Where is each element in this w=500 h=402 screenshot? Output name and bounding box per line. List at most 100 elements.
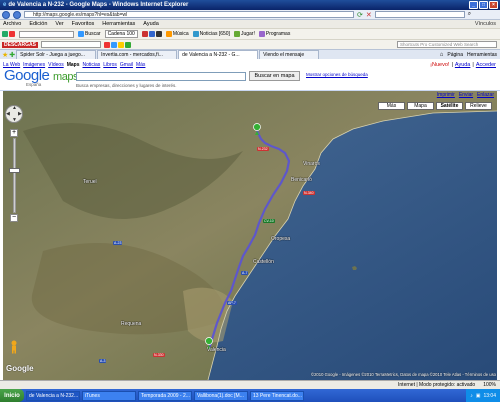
- clock[interactable]: 13:04: [483, 393, 496, 399]
- downloads-search-input[interactable]: [40, 41, 101, 48]
- zoom-slider-thumb[interactable]: [9, 168, 20, 173]
- tab-google-maps[interactable]: de Valencia a N-232 - G...: [178, 50, 259, 59]
- tab-invertia[interactable]: Invertia.com - mercados,fi...: [97, 50, 178, 59]
- task-pere-tinencat[interactable]: 13 Pere Tinencat.do...: [250, 390, 304, 401]
- radio-station-label: Cadena 100: [107, 31, 135, 37]
- map-imagery: [3, 91, 497, 380]
- refresh-icon[interactable]: ⟳: [357, 11, 363, 19]
- url-input[interactable]: http://maps.google.es/maps?hl=es&tab=wl: [24, 11, 354, 18]
- status-bar: Internet | Modo protegido: activado 100%: [0, 380, 500, 389]
- task-temporada[interactable]: Temporada 2009 - 2...: [138, 390, 192, 401]
- place-valencia[interactable]: Valencia: [207, 347, 226, 353]
- news-label: Noticias [650]: [199, 31, 230, 37]
- task-itunes[interactable]: iTunes: [82, 390, 136, 401]
- print-link[interactable]: Imprimir: [437, 92, 455, 98]
- maximize-button[interactable]: □: [479, 1, 488, 9]
- stop-icon[interactable]: ✕: [366, 11, 372, 19]
- toolbar-search-label: Buscar: [85, 31, 101, 37]
- login-link[interactable]: Acceder: [476, 62, 496, 68]
- minimize-button[interactable]: _: [469, 1, 478, 9]
- satellite-map[interactable]: Valencia Castellón Vinaròs Teruel Requen…: [3, 91, 497, 380]
- send-link[interactable]: Enviar: [459, 92, 473, 98]
- web-search-input[interactable]: Shortcuts Pro Customized Web Search: [397, 41, 497, 48]
- task-ie[interactable]: de Valencia a N-232...: [26, 390, 80, 401]
- zoom-level[interactable]: 100%: [483, 382, 496, 388]
- security-zone[interactable]: Internet | Modo protegido: activado: [398, 382, 475, 388]
- nav-noticias[interactable]: Noticias: [82, 62, 100, 68]
- toolbar-media-icons[interactable]: [141, 31, 162, 37]
- link-link[interactable]: Enlazar: [477, 92, 494, 98]
- games-button[interactable]: Jugar!: [233, 31, 255, 37]
- toolbar2-icons[interactable]: [103, 41, 131, 48]
- tab-spider-solitaire[interactable]: Spider Solr - Juega a juego...: [16, 50, 97, 59]
- nav-libros[interactable]: Libros: [103, 62, 117, 68]
- ie-icon: e: [3, 2, 7, 8]
- search-options-link[interactable]: Mostrar opciones de búsqueda: [306, 72, 376, 77]
- news-button[interactable]: Noticias [650]: [192, 31, 230, 37]
- search-icon[interactable]: ⌕: [468, 11, 471, 18]
- programs-button[interactable]: Programas: [258, 31, 290, 37]
- menu-ver[interactable]: Ver: [55, 20, 63, 28]
- place-teruel[interactable]: Teruel: [83, 179, 97, 185]
- map-type-more[interactable]: Más: [378, 102, 405, 110]
- zoom-in-button[interactable]: +: [10, 129, 18, 137]
- place-castellon[interactable]: Castellón: [253, 259, 274, 265]
- favorites-star-icon[interactable]: ★: [2, 51, 8, 59]
- map-copyright[interactable]: ©2010 Google - Imágenes ©2010 TerraMetri…: [311, 372, 496, 377]
- menu-edicion[interactable]: Edición: [29, 20, 47, 28]
- downloads-button[interactable]: DESCARGAS: [2, 41, 38, 48]
- menu-archivo[interactable]: Archivo: [3, 20, 21, 28]
- place-oropesa[interactable]: Oropesa: [271, 236, 290, 242]
- road-shield-cv10: CV-10: [263, 219, 275, 223]
- toolbar-search-input[interactable]: [19, 30, 74, 38]
- start-button[interactable]: Inicio: [0, 389, 24, 402]
- pan-left-icon[interactable]: ◀: [6, 111, 10, 117]
- place-benicarlo[interactable]: Benicarló: [291, 177, 312, 183]
- back-button[interactable]: [2, 10, 10, 19]
- place-requena[interactable]: Requena: [121, 321, 141, 327]
- addon-toolbar: Buscar Cadena 100 Música Noticias [650] …: [0, 28, 500, 39]
- menu-favoritos[interactable]: Favoritos: [72, 20, 95, 28]
- toolbar-search-button[interactable]: Buscar: [78, 31, 101, 37]
- zoom-out-button[interactable]: −: [10, 214, 18, 222]
- links-label[interactable]: Vínculos: [475, 20, 500, 28]
- nav-gmail[interactable]: Gmail: [120, 62, 133, 68]
- network-icon[interactable]: ▣: [476, 393, 481, 399]
- maps-search-input[interactable]: [76, 72, 246, 81]
- place-vinaros[interactable]: Vinaròs: [303, 161, 320, 167]
- road-shield-n330: N-330: [153, 353, 165, 357]
- logo-country: España: [26, 82, 42, 87]
- pan-right-icon[interactable]: ▶: [18, 111, 22, 117]
- add-favorite-icon[interactable]: ✚: [9, 51, 15, 59]
- close-button[interactable]: ×: [489, 1, 498, 9]
- tab-mensaje[interactable]: Viendo el mensaje: [259, 50, 320, 59]
- street-view-pegman-icon[interactable]: [9, 340, 19, 354]
- forward-button[interactable]: [13, 10, 21, 19]
- zoom-slider-track[interactable]: [13, 138, 16, 213]
- music-button[interactable]: Música: [165, 31, 189, 37]
- home-icon[interactable]: ⌂: [440, 52, 444, 58]
- system-tray: ♪ ▣ 13:04: [466, 389, 500, 402]
- map-type-satellite[interactable]: Satélite: [436, 102, 463, 110]
- nav-mas[interactable]: Más: [136, 62, 145, 68]
- search-map-button[interactable]: Buscar en mapa: [249, 71, 300, 81]
- pan-control[interactable]: ▲ ◀ ▶ ▼: [5, 105, 23, 123]
- menu-bar: Archivo Edición Ver Favoritos Herramient…: [0, 20, 500, 28]
- pan-up-icon[interactable]: ▲: [12, 105, 17, 111]
- map-action-links: Imprimir Enviar Enlazar: [437, 92, 494, 98]
- map-type-terrain[interactable]: Relieve: [465, 102, 492, 110]
- live-search-input[interactable]: [374, 11, 465, 18]
- menu-herramientas[interactable]: Herramientas: [102, 20, 135, 28]
- page-menu[interactable]: Página: [447, 52, 463, 58]
- help-link[interactable]: Ayuda: [455, 62, 471, 68]
- pan-down-icon[interactable]: ▼: [12, 117, 17, 123]
- menu-ayuda[interactable]: Ayuda: [143, 20, 159, 28]
- window-title: de Valencia a N-232 - Google Maps - Wind…: [8, 2, 189, 8]
- radio-station-select[interactable]: Cadena 100: [104, 30, 138, 38]
- tools-menu[interactable]: Herramientas: [467, 52, 497, 58]
- map-type-map[interactable]: Mapa: [407, 102, 434, 110]
- volume-icon[interactable]: ♪: [470, 393, 473, 399]
- task-vallibona[interactable]: Vallibona(1).doc [M...: [194, 390, 248, 401]
- new-badge[interactable]: ¡Nuevo!: [430, 62, 449, 68]
- games-label: Jugar!: [240, 31, 255, 37]
